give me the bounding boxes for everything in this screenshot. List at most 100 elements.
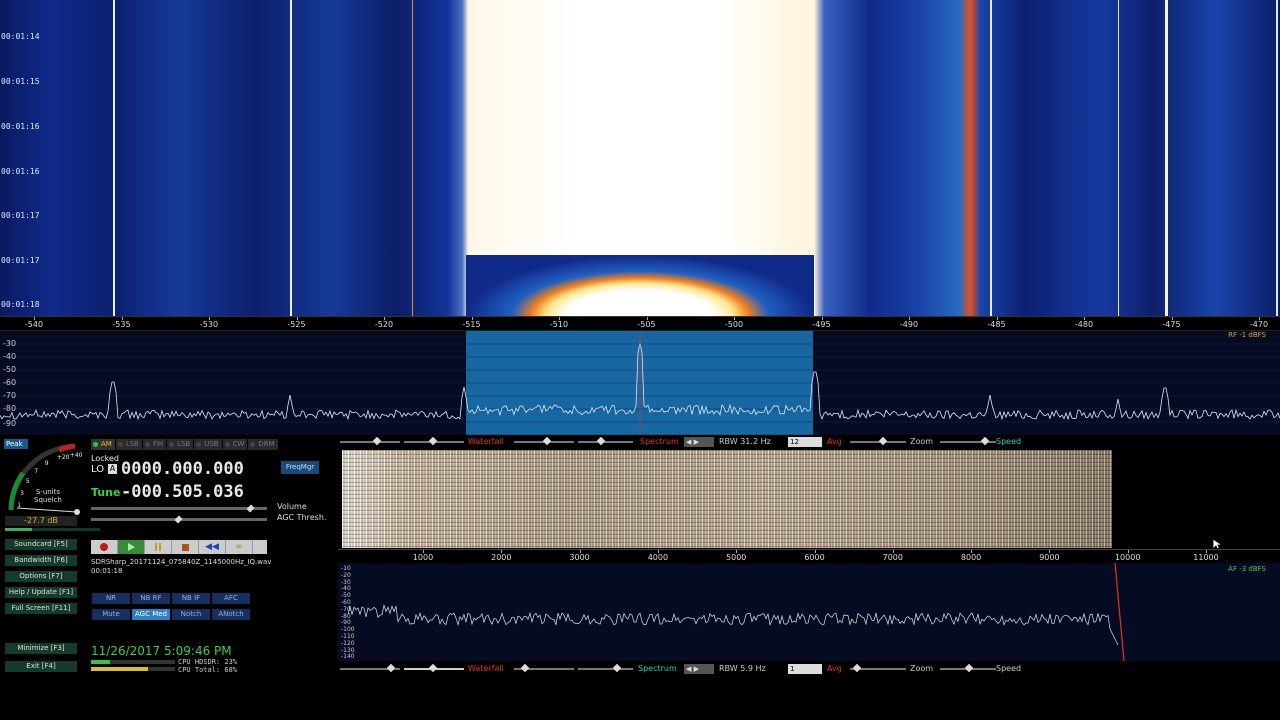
rf-db-tick: -50 — [3, 365, 17, 374]
volume-label: Volume — [277, 502, 307, 511]
soundcard-button[interactable]: Soundcard [F5] — [5, 539, 77, 550]
agc-threshold-slider[interactable] — [91, 515, 267, 524]
mode-button-lsb[interactable]: LSB — [115, 439, 142, 450]
notch-button[interactable]: Notch — [172, 609, 210, 620]
af-spectrum-trace — [347, 603, 1119, 646]
zoom-slider[interactable] — [940, 663, 996, 673]
spectrum-label[interactable]: Spectrum — [640, 436, 679, 448]
volume-slider-knob[interactable] — [246, 504, 255, 513]
minimize-button[interactable]: Minimize [F3] — [5, 643, 77, 654]
rf-spectrum[interactable]: -30 -40 -50 -60 -70 -80 -90 RF -1 dBFS — [0, 330, 1280, 435]
waterfall-label[interactable]: Waterfall — [468, 663, 504, 675]
nr-button[interactable]: NR — [92, 593, 130, 604]
cpu-total-bar — [91, 667, 175, 671]
mode-button-fm[interactable]: FM — [142, 439, 167, 450]
s-meter-scale-label: +40 — [69, 452, 83, 460]
waterfall-contrast-slider[interactable] — [340, 663, 400, 673]
af-axis-tick: 2000 — [491, 553, 512, 562]
peak-button[interactable]: Peak — [4, 439, 28, 449]
anotch-button[interactable]: ANotch — [212, 609, 250, 620]
fullscreen-button[interactable]: Full Screen [F11] — [5, 603, 77, 614]
waterfall-contrast-slider[interactable] — [340, 436, 400, 446]
rbw-stepper[interactable]: ◀ ▶ — [684, 437, 714, 447]
rf-axis-tick: -485 — [987, 320, 1006, 329]
avg-select[interactable]: 1 — [788, 664, 822, 674]
mode-button-lsb[interactable]: LSB — [167, 439, 194, 450]
waterfall-brightness-slider[interactable] — [404, 663, 464, 673]
waterfall-timestamp: 00:01:18 — [1, 300, 40, 309]
mode-button-drm[interactable]: DRM — [248, 439, 278, 450]
rf-axis-tick: -515 — [462, 320, 481, 329]
loop-icon: ∞ — [235, 542, 243, 552]
rewind-button[interactable]: ◀◀ — [199, 540, 226, 554]
play-button[interactable] — [118, 540, 145, 554]
mouse-cursor-icon — [1212, 538, 1224, 548]
freqmgr-button[interactable]: FreqMgr — [281, 461, 319, 474]
mode-button-usb[interactable]: USB — [194, 439, 222, 450]
spectrum-max-slider[interactable] — [578, 663, 633, 673]
tune-frequency-display[interactable]: -000.505.036 — [121, 482, 244, 502]
avg-slider[interactable] — [850, 436, 906, 446]
af-frequency-axis[interactable]: 1000 2000 3000 4000 5000 6000 7000 8000 9000 1000… — [338, 549, 1280, 563]
mode-button-cw[interactable]: CW — [222, 439, 248, 450]
waterfall-brightness-slider[interactable] — [404, 436, 464, 446]
cpu-hdsdr-label: CPU HDSDR: 23% — [178, 658, 238, 666]
waterfall-carrier-line — [113, 0, 115, 316]
help-update-button[interactable]: Help / Update [F1] — [5, 587, 77, 598]
spectrum-label[interactable]: Spectrum — [638, 663, 677, 675]
s-meter — [8, 443, 80, 515]
af-db-tick: -140 — [341, 653, 355, 661]
afc-button[interactable]: AFC — [212, 593, 250, 604]
af-axis-tick: 8000 — [960, 553, 982, 562]
exit-button[interactable]: Exit [F4] — [5, 661, 77, 672]
agc-med-button[interactable]: AGC Med — [132, 609, 170, 620]
bandwidth-button[interactable]: Bandwidth [F6] — [5, 555, 77, 566]
af-axis-tick: 6000 — [804, 553, 825, 562]
options-button[interactable]: Options [F7] — [5, 571, 77, 582]
waterfall-signal-edge — [466, 255, 814, 316]
rf-axis-tick: -490 — [899, 320, 919, 329]
spectrum-min-slider[interactable] — [514, 436, 574, 446]
rf-waterfall[interactable]: 00:01:14 00:01:15 00:01:16 00:01:16 00:0… — [0, 0, 1280, 316]
volume-slider[interactable] — [91, 504, 267, 513]
zoom-slider[interactable] — [940, 436, 996, 446]
pause-button[interactable] — [145, 540, 172, 554]
avg-select[interactable]: 12 — [788, 437, 822, 447]
spectrum-max-slider[interactable] — [578, 436, 633, 446]
af-axis-tick: 9000 — [1039, 553, 1060, 562]
lo-frequency-display[interactable]: 0000.000.000 — [121, 459, 244, 479]
waterfall-carrier-line — [412, 0, 413, 316]
agc-threshold-knob[interactable] — [174, 515, 183, 524]
record-button[interactable] — [91, 540, 118, 554]
mode-button-am[interactable]: AM — [91, 439, 115, 450]
nb-if-button[interactable]: NB IF — [172, 593, 210, 604]
playback-controls: ◀◀ ∞ — [91, 540, 267, 554]
waterfall-label[interactable]: Waterfall — [468, 436, 504, 448]
af-waterfall-toolbar: Waterfall Spectrum ◀ ▶ RBW 31.2 Hz 12 Av… — [338, 436, 1280, 448]
recording-file-name: SDRSharp_20171124_075840Z_1145000Hz_IQ.w… — [91, 558, 272, 566]
rf-axis-tick: -475 — [1162, 320, 1181, 329]
avg-label: Avg — [827, 664, 842, 673]
af-waterfall[interactable] — [338, 450, 1280, 548]
rbw-stepper[interactable]: ◀ ▶ — [684, 664, 714, 674]
avg-label: Avg — [827, 437, 842, 446]
loop-button[interactable]: ∞ — [226, 540, 253, 554]
rf-db-tick: -40 — [3, 352, 17, 361]
rf-axis-tick: -470 — [1249, 320, 1269, 329]
af-axis-tick: 10000 — [1114, 553, 1141, 562]
s-meter-scale-label: 3 — [20, 489, 24, 497]
stop-button[interactable] — [172, 540, 199, 554]
mute-button[interactable]: Mute — [92, 609, 130, 620]
af-bandwidth-marker[interactable] — [1114, 563, 1125, 661]
spectrum-min-slider[interactable] — [514, 663, 574, 673]
rf-frequency-axis[interactable]: -540 -535 -530 -525 -520 -515 -510 -505 -500 -495… — [0, 316, 1280, 330]
waterfall-carrier-line — [1118, 0, 1119, 316]
avg-slider[interactable] — [850, 663, 906, 673]
rf-axis-tick: -495 — [812, 320, 831, 329]
nb-rf-button[interactable]: NB RF — [132, 593, 170, 604]
play-icon — [127, 543, 135, 551]
af-spectrum[interactable]: -10 -20 -30 -40 -50 -60 -70 -80 -90 -100 -110 -120-… — [338, 563, 1280, 661]
pause-icon — [155, 543, 161, 551]
lo-vfo-button[interactable]: A — [108, 464, 117, 474]
waterfall-carrier-line — [1276, 0, 1278, 316]
